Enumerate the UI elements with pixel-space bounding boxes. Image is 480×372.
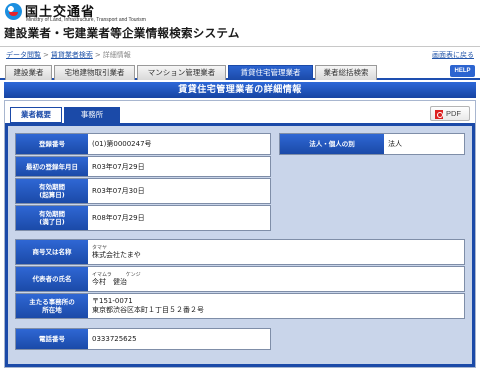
pdf-button[interactable]: PDF: [430, 106, 470, 121]
back-link[interactable]: 画面表に戻る: [432, 50, 474, 60]
row-representative: 代表者の氏名 イマムラ ケンジ 今村 健治: [15, 266, 465, 292]
row-main-office: 主たる事務所の 所在地 〒151-0071 東京都渋谷区本町１丁目５２番２号: [15, 293, 465, 319]
main-office-label: 主たる事務所の 所在地: [16, 294, 88, 318]
tab-condo-management[interactable]: マンション管理業者: [137, 65, 226, 80]
valid-end-label: 有効期間 (満了日): [16, 206, 88, 230]
representative-value: イマムラ ケンジ 今村 健治: [88, 267, 141, 291]
category-tabs: 建設業者 宅地建物取引業者 マンション管理業者 賃貸住宅管理業者 業者総括検索 …: [0, 64, 480, 80]
tab-construction[interactable]: 建設業者: [5, 65, 52, 80]
help-button[interactable]: HELP: [450, 65, 475, 77]
trade-name-text: 株式会社たまや: [92, 250, 141, 259]
detail-title-bar: 賃貸住宅管理業者の詳細情報: [4, 82, 476, 98]
trade-name-label: 商号又は名称: [16, 240, 88, 264]
breadcrumb-bar: データ閲覧 > 賃貸業者検索 > 詳細情報 画面表に戻る: [0, 46, 480, 62]
breadcrumb-separator: >: [43, 51, 49, 59]
detail-panel: 業者概要 事務所 PDF 登録番号 (01)第0000247号 法人・個人の別 …: [4, 100, 476, 368]
row-phone: 電話番号 0333725625: [15, 328, 271, 350]
main-office-value: 〒151-0071 東京都渋谷区本町１丁目５２番２号: [88, 294, 204, 318]
main-office-label-line1: 主たる事務所の: [29, 298, 75, 306]
entity-type-value: 法人: [388, 140, 402, 148]
content-area: 登録番号 (01)第0000247号 法人・個人の別 法人 最初の登録年月日 R…: [8, 126, 472, 364]
phone-value: 0333725625: [92, 335, 137, 343]
representative-label: 代表者の氏名: [16, 267, 88, 291]
row-first-registration: 最初の登録年月日 R03年07月29日: [15, 156, 271, 177]
breadcrumb-separator: >: [94, 51, 101, 59]
entity-type-label: 法人・個人の別: [280, 134, 384, 154]
registration-number-label: 登録番号: [16, 134, 88, 154]
pdf-icon: [435, 110, 443, 119]
row-valid-end: 有効期間 (満了日) R08年07月29日: [15, 205, 271, 231]
main-office-label-line2: 所在地: [42, 306, 62, 314]
valid-end-label-line1: 有効期間: [39, 210, 65, 218]
row-trade-name: 商号又は名称 タマヤ 株式会社たまや: [15, 239, 465, 265]
row-entity-type: 法人・個人の別 法人: [279, 133, 465, 155]
site-header: 国土交通省 Ministry of Land, Infrastructure, …: [0, 0, 480, 44]
breadcrumb-data-browse[interactable]: データ閲覧: [6, 51, 41, 59]
representative-kana-first: ケンジ: [125, 271, 141, 278]
tab-real-estate[interactable]: 宅地建物取引業者: [54, 65, 135, 80]
first-registration-value: R03年07月29日: [92, 162, 145, 171]
phone-label: 電話番号: [16, 329, 88, 349]
breadcrumb: データ閲覧 > 賃貸業者検索 > 詳細情報: [6, 50, 131, 60]
valid-start-label-line2: (起算日): [39, 191, 65, 199]
representative-name: 今村 健治: [92, 277, 127, 286]
ministry-name-en: Ministry of Land, Infrastructure, Transp…: [26, 17, 146, 23]
system-title: 建設業者・宅建業者等企業情報検索システム: [4, 26, 240, 40]
valid-end-label-line2: (満了日): [39, 218, 65, 226]
content-frame: 登録番号 (01)第0000247号 法人・個人の別 法人 最初の登録年月日 R…: [5, 123, 475, 367]
ministry-logo-icon: [5, 3, 22, 20]
valid-start-label: 有効期間 (起算日): [16, 179, 88, 203]
registration-number-value: (01)第0000247号: [92, 140, 152, 148]
valid-end-value: R08年07月29日: [92, 214, 145, 222]
breadcrumb-current: 詳細情報: [102, 51, 131, 59]
row-registration-number: 登録番号 (01)第0000247号: [15, 133, 271, 155]
pdf-label: PDF: [446, 109, 461, 118]
tab-rental-management[interactable]: 賃貸住宅管理業者: [228, 65, 313, 80]
breadcrumb-rental-search[interactable]: 賃貸業者検索: [51, 51, 93, 59]
tab-all-search[interactable]: 業者総括検索: [315, 65, 377, 80]
first-registration-label: 最初の登録年月日: [16, 157, 88, 176]
trade-name-value: タマヤ 株式会社たまや: [88, 240, 141, 264]
subtab-overview[interactable]: 業者概要: [10, 107, 62, 123]
valid-start-value: R03年07月30日: [92, 187, 145, 195]
row-valid-start: 有効期間 (起算日) R03年07月30日: [15, 178, 271, 204]
subtab-office[interactable]: 事務所: [64, 107, 120, 123]
valid-start-label-line1: 有効期間: [39, 183, 65, 191]
main-office-address: 東京都渋谷区本町１丁目５２番２号: [92, 306, 204, 314]
main-office-zip: 〒151-0071: [92, 297, 133, 305]
